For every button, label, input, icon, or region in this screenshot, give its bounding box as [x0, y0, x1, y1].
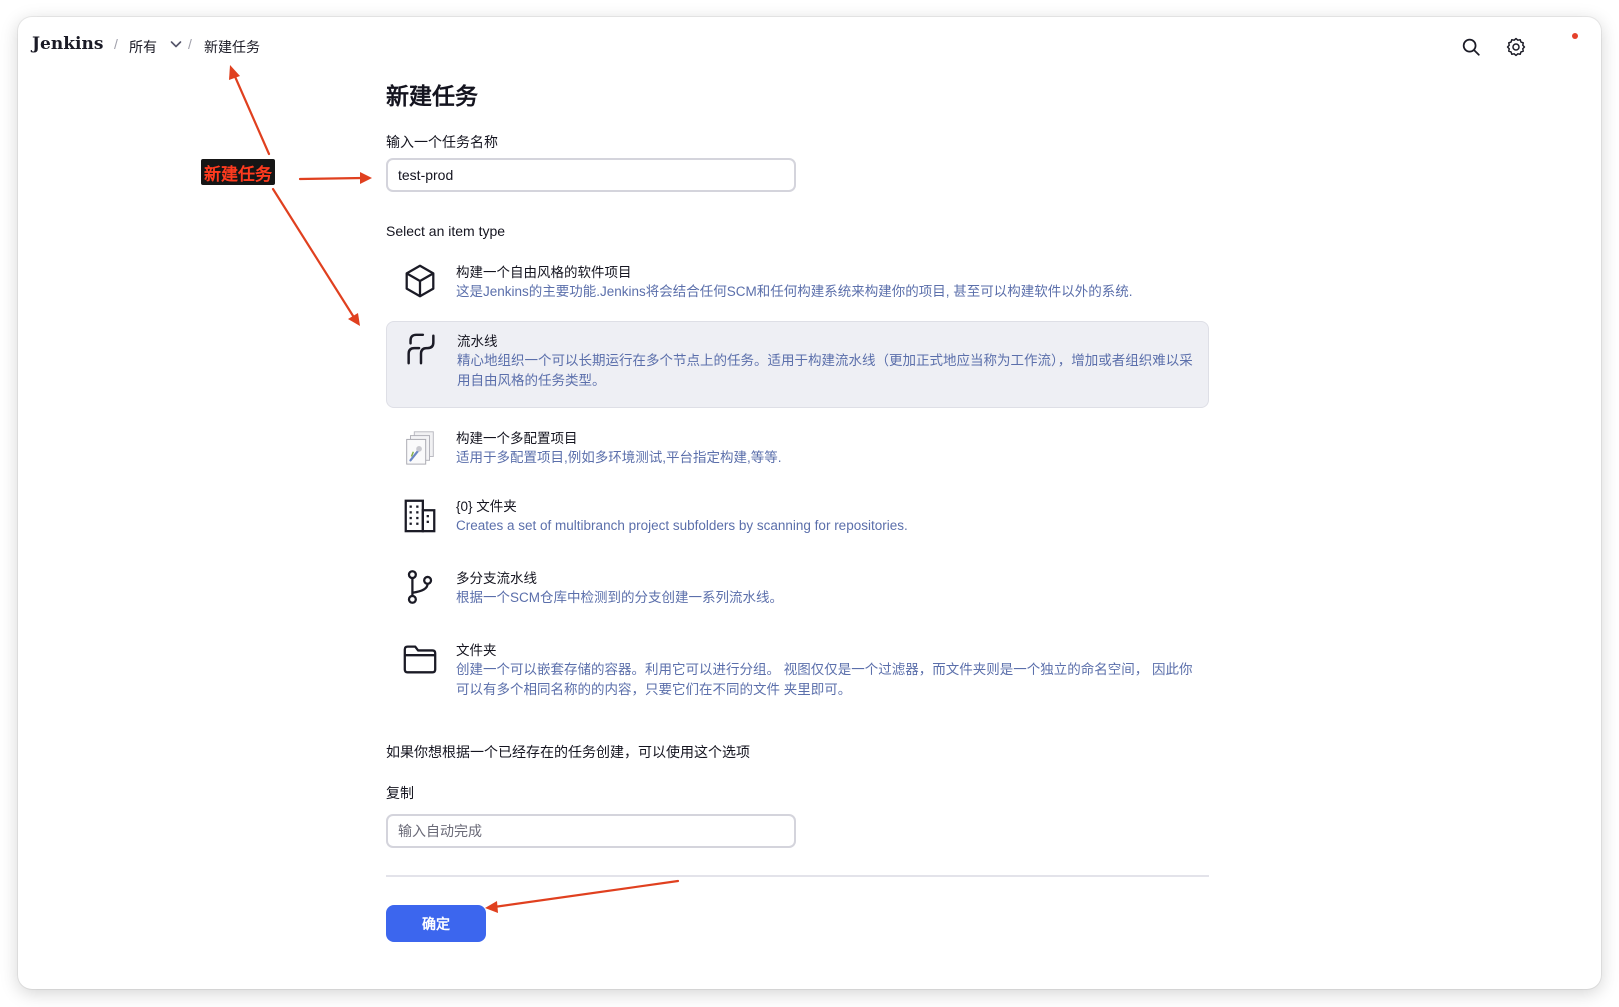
item-type-name: 流水线 — [457, 334, 498, 349]
breadcrumb-new-item[interactable]: 新建任务 — [204, 37, 260, 57]
item-type-name: 多分支流水线 — [456, 571, 537, 586]
item-type-multi-config[interactable]: 构建一个多配置项目 适用于多配置项目,例如多环境测试,平台指定构建,等等. — [386, 419, 1209, 481]
item-name-label: 输入一个任务名称 — [386, 134, 498, 150]
item-type-freestyle[interactable]: 构建一个自由风格的软件项目 这是Jenkins的主要功能.Jenkins将会结合… — [386, 253, 1209, 315]
folder-icon — [403, 645, 437, 674]
notification-dot — [1572, 33, 1578, 39]
annotation-arrow — [298, 176, 365, 181]
gear-icon[interactable] — [1505, 36, 1527, 58]
item-type-pipeline[interactable]: 流水线 精心地组织一个可以长期运行在多个节点上的任务。适用于构建流水线（更加正式… — [386, 321, 1209, 408]
item-type-organization-folder[interactable]: {0} 文件夹 Creates a set of multibranch pro… — [386, 487, 1209, 549]
item-type-folder[interactable]: 文件夹 创建一个可以嵌套存储的容器。利用它可以进行分组。 视图仅仅是一个过滤器，… — [386, 631, 1209, 703]
item-type-description: Creates a set of multibranch project sub… — [456, 518, 908, 533]
organization-folder-icon — [404, 499, 436, 533]
breadcrumb-separator: / — [114, 36, 118, 52]
item-type-description: 精心地组织一个可以长期运行在多个节点上的任务。适用于构建流水线（更加正式地应当称… — [457, 353, 1193, 388]
annotation-arrowhead — [360, 172, 372, 184]
item-name-input[interactable] — [386, 158, 796, 192]
jenkins-logo[interactable]: Jenkins — [32, 34, 103, 54]
ok-button[interactable]: 确定 — [386, 905, 486, 942]
annotation-arrow — [271, 187, 357, 321]
top-bar: Jenkins / 所有 / 新建任务 — [18, 17, 1601, 77]
item-type-description: 创建一个可以嵌套存储的容器。利用它可以进行分组。 视图仅仅是一个过滤器，而文件夹… — [456, 662, 1193, 697]
copy-from-input[interactable] — [386, 814, 796, 848]
copy-label: 复制 — [386, 785, 414, 801]
annotation-arrow — [492, 879, 680, 909]
chevron-down-icon[interactable] — [170, 40, 182, 49]
item-type-description: 适用于多配置项目,例如多环境测试,平台指定构建,等等. — [456, 450, 782, 465]
annotation-label: 新建任务 — [201, 159, 275, 185]
package-icon — [405, 264, 435, 298]
annotation-arrowhead — [348, 313, 360, 326]
annotation-arrowhead — [485, 901, 498, 913]
search-icon[interactable] — [1460, 36, 1482, 58]
copy-hint: 如果你想根据一个已经存在的任务创建，可以使用这个选项 — [386, 744, 750, 760]
annotation-arrow — [231, 70, 271, 156]
item-type-name: 构建一个自由风格的软件项目 — [456, 265, 632, 280]
item-type-label: Select an item type — [386, 223, 506, 239]
item-type-description: 这是Jenkins的主要功能.Jenkins将会结合任何SCM和任何构建系统来构… — [456, 284, 1133, 299]
breadcrumb-all[interactable]: 所有 — [129, 37, 157, 57]
item-type-name: 文件夹 — [456, 643, 497, 658]
browser-window: Jenkins / 所有 / 新建任务 新建任务 输入一个任务名称 Select… — [18, 17, 1601, 989]
page-title: 新建任务 — [386, 83, 478, 109]
item-type-multibranch-pipeline[interactable]: 多分支流水线 根据一个SCM仓库中检测到的分支创建一系列流水线。 — [386, 559, 1209, 621]
divider — [386, 875, 1209, 877]
item-type-description: 根据一个SCM仓库中检测到的分支创建一系列流水线。 — [456, 590, 783, 605]
branch-icon — [407, 570, 433, 604]
pipeline-icon — [407, 333, 435, 365]
item-type-name: 构建一个多配置项目 — [456, 431, 578, 446]
multi-config-icon — [406, 431, 434, 465]
item-type-name: {0} 文件夹 — [456, 499, 517, 514]
breadcrumb-separator: / — [188, 36, 192, 52]
